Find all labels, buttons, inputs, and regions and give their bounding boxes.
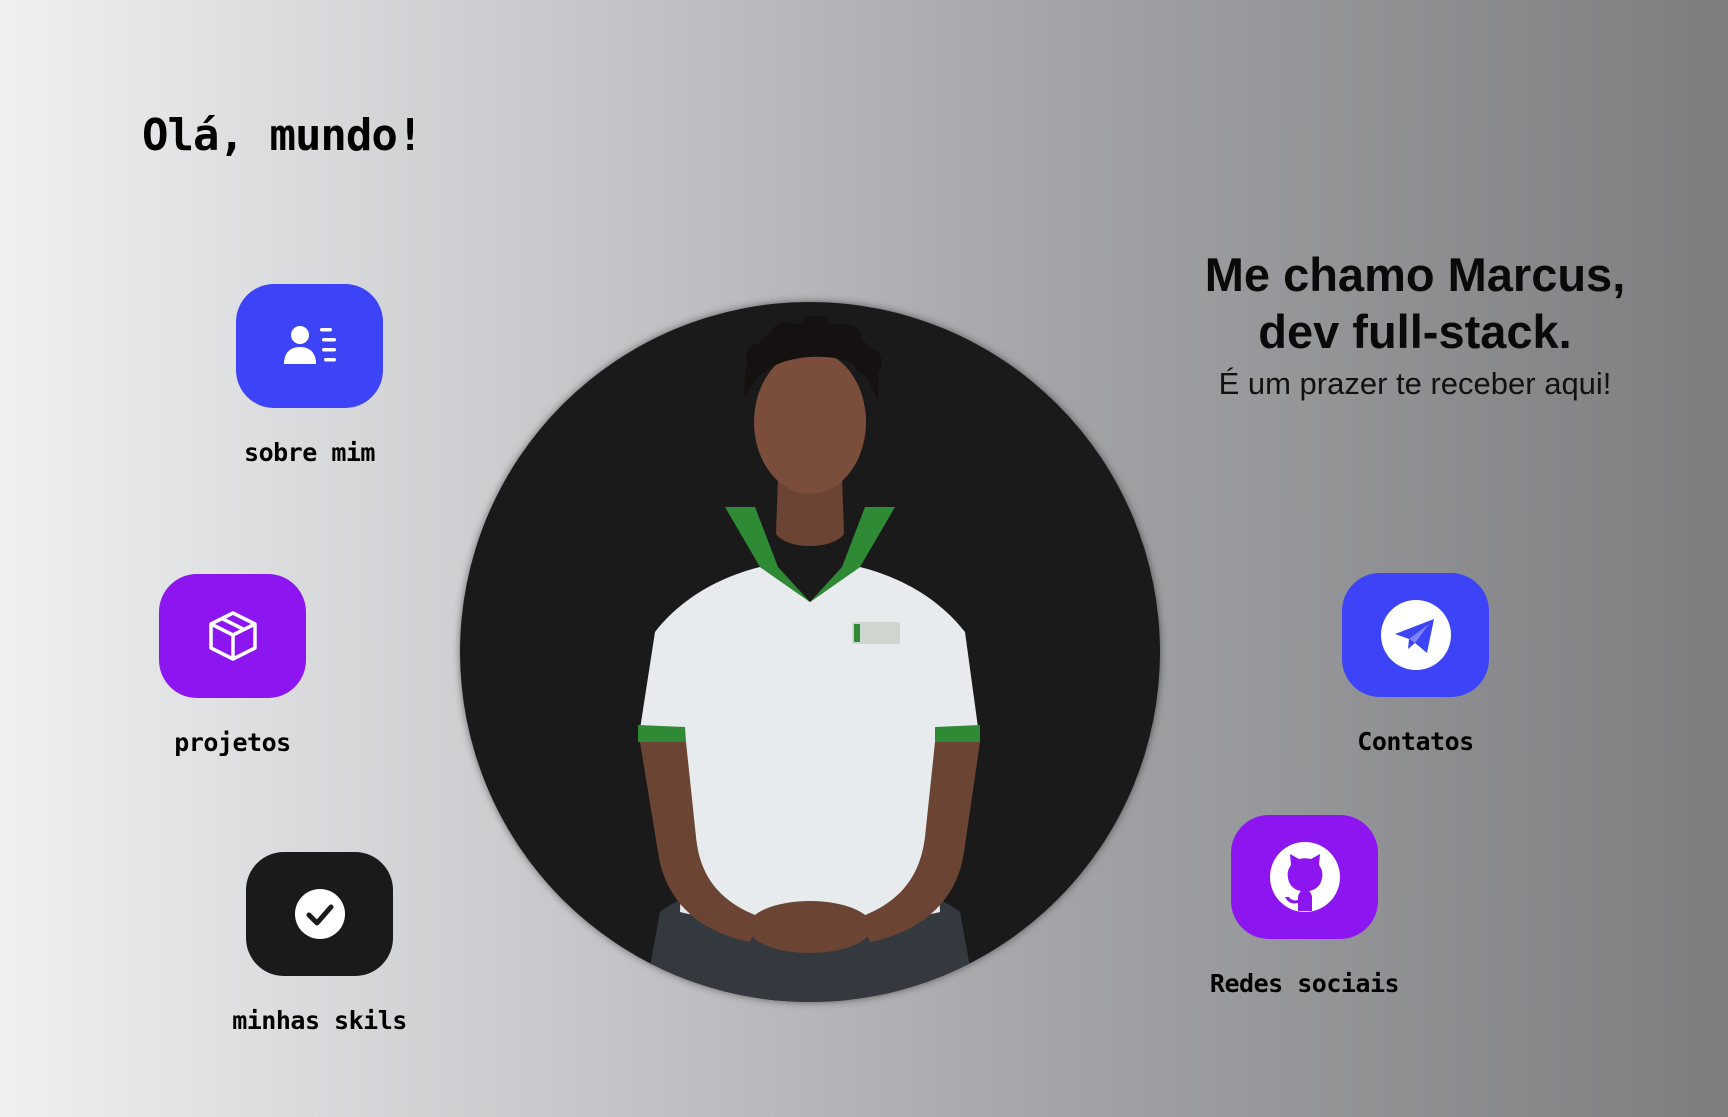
intro-block: Me chamo Marcus, dev full-stack. É um pr… bbox=[1150, 246, 1680, 402]
telegram-icon bbox=[1380, 600, 1451, 670]
skills-label[interactable]: minhas skils bbox=[232, 1006, 407, 1035]
social-button[interactable] bbox=[1231, 815, 1378, 939]
nav-item-skills[interactable]: minhas skils bbox=[232, 852, 407, 1035]
social-label[interactable]: Redes sociais bbox=[1210, 969, 1400, 998]
profile-photo bbox=[460, 302, 1160, 1002]
about-button[interactable] bbox=[236, 284, 383, 408]
contacts-button[interactable] bbox=[1342, 573, 1489, 697]
github-icon bbox=[1269, 842, 1340, 912]
greeting-title: Olá, mundo! bbox=[142, 110, 423, 161]
projects-button[interactable] bbox=[159, 574, 306, 698]
about-label[interactable]: sobre mim bbox=[244, 438, 375, 467]
nav-item-contacts[interactable]: Contatos bbox=[1342, 573, 1489, 756]
nav-item-about[interactable]: sobre mim bbox=[236, 284, 383, 467]
intro-subtitle: É um prazer te receber aqui! bbox=[1218, 366, 1612, 401]
profile-card-icon bbox=[283, 326, 336, 364]
check-circle-icon bbox=[294, 889, 345, 939]
nav-item-projects[interactable]: projetos bbox=[159, 574, 306, 757]
intro-headline-line2: dev full-stack. bbox=[1258, 305, 1572, 358]
person-illustration bbox=[638, 315, 980, 1002]
intro-headline-line1: Me chamo Marcus, bbox=[1204, 248, 1626, 301]
contacts-label[interactable]: Contatos bbox=[1357, 727, 1474, 756]
projects-label[interactable]: projetos bbox=[174, 728, 291, 757]
intro-headline: Me chamo Marcus, dev full-stack. bbox=[1150, 246, 1680, 360]
skills-button[interactable] bbox=[246, 852, 393, 976]
package-box-icon bbox=[208, 611, 257, 661]
nav-item-social[interactable]: Redes sociais bbox=[1210, 815, 1400, 998]
